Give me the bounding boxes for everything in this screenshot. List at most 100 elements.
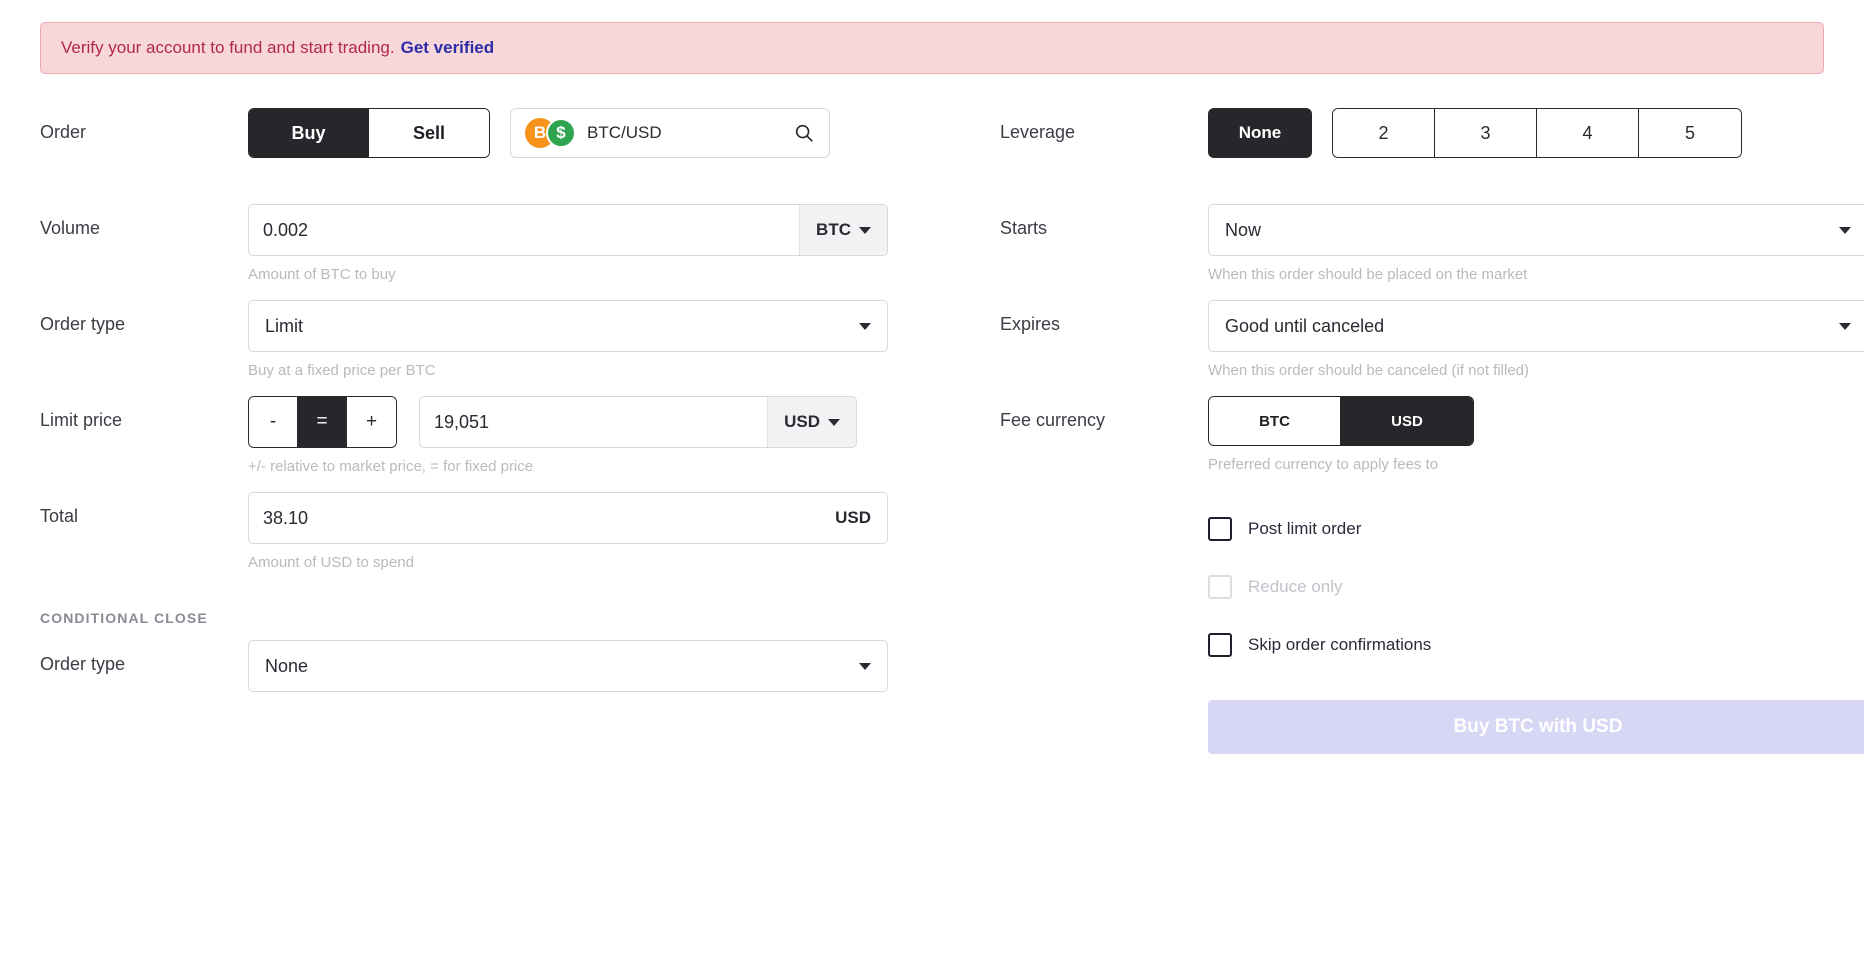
- reduce-only-checkbox: [1208, 575, 1232, 599]
- expires-select[interactable]: Good until canceled: [1208, 300, 1864, 352]
- starts-helper-text: When this order should be placed on the …: [1208, 266, 1528, 283]
- post-limit-order-checkbox[interactable]: [1208, 517, 1232, 541]
- limit-price-input[interactable]: 19,051: [420, 397, 767, 447]
- trade-form-page: Verify your account to fund and start tr…: [0, 22, 1864, 960]
- expires-label: Expires: [1000, 314, 1061, 334]
- dollar-icon: $: [546, 118, 576, 148]
- order-type-field: Limit Buy at a fixed price per BTC: [248, 300, 970, 379]
- order-type-row: Order type Limit Buy at a fixed price pe…: [40, 300, 970, 396]
- fee-currency-field: BTC USD Preferred currency to apply fees…: [1208, 396, 1824, 473]
- limit-price-helper-text: +/- relative to market price, = for fixe…: [248, 458, 534, 475]
- conditional-close-order-type-select[interactable]: None: [248, 640, 888, 692]
- buy-button[interactable]: Buy: [249, 109, 369, 157]
- conditional-close-order-type-row: Order type None: [40, 640, 970, 736]
- submit-container: Buy BTC with USD: [1000, 700, 1864, 754]
- skip-order-confirmations-label: Skip order confirmations: [1248, 635, 1432, 654]
- increment-button[interactable]: +: [347, 397, 396, 447]
- search-icon[interactable]: [793, 122, 815, 144]
- chevron-down-icon: [859, 226, 871, 234]
- limit-price-input-wrapper[interactable]: 19,051 USD: [419, 396, 857, 448]
- reduce-only-label: Reduce only: [1248, 577, 1343, 596]
- chevron-down-icon: [859, 662, 871, 670]
- fee-currency-toggle[interactable]: BTC USD: [1208, 396, 1474, 446]
- volume-input-wrapper[interactable]: 0.002 BTC: [248, 204, 888, 256]
- order-type-select[interactable]: Limit: [248, 300, 888, 352]
- total-unit-label: USD: [819, 493, 887, 543]
- left-column: Order Buy Sell B $ BTC/USD Volume 0.002 …: [40, 108, 970, 754]
- order-row: Order Buy Sell B $ BTC/USD: [40, 108, 970, 204]
- leverage-options-group[interactable]: 2 3 4 5: [1332, 108, 1742, 158]
- order-label: Order: [40, 122, 87, 142]
- expires-field: Good until canceled When this order shou…: [1208, 300, 1864, 379]
- volume-input[interactable]: 0.002: [249, 205, 799, 255]
- limit-price-row: Limit price - = + 19,051 USD +/- relativ…: [40, 396, 970, 492]
- leverage-option-4[interactable]: 4: [1537, 109, 1639, 157]
- leverage-row: Leverage None 2 3 4 5: [1000, 108, 1824, 204]
- chevron-down-icon: [1839, 226, 1851, 234]
- fixed-price-button[interactable]: =: [298, 397, 347, 447]
- leverage-option-5[interactable]: 5: [1639, 109, 1741, 157]
- chevron-down-icon: [859, 322, 871, 330]
- trading-pair-selector[interactable]: B $ BTC/USD: [510, 108, 830, 158]
- leverage-controls: None 2 3 4 5: [1208, 108, 1824, 158]
- total-helper-text: Amount of USD to spend: [248, 554, 414, 571]
- total-input[interactable]: 38.10: [249, 493, 819, 543]
- submit-order-button[interactable]: Buy BTC with USD: [1208, 700, 1864, 754]
- leverage-option-2[interactable]: 2: [1333, 109, 1435, 157]
- volume-row: Volume 0.002 BTC Amount of BTC to buy: [40, 204, 970, 300]
- expires-row: Expires Good until canceled When this or…: [1000, 300, 1864, 396]
- chevron-down-icon: [828, 418, 840, 426]
- starts-field: Now When this order should be placed on …: [1208, 204, 1864, 283]
- volume-label: Volume: [40, 218, 101, 238]
- skip-order-confirmations-checkbox-row[interactable]: Skip order confirmations: [1208, 616, 1824, 674]
- leverage-option-3[interactable]: 3: [1435, 109, 1537, 157]
- right-column: Leverage None 2 3 4 5 Starts Now When th…: [970, 108, 1864, 754]
- order-controls: Buy Sell B $ BTC/USD: [248, 108, 970, 158]
- form-columns: Order Buy Sell B $ BTC/USD Volume 0.002 …: [40, 108, 1864, 754]
- buy-sell-toggle[interactable]: Buy Sell: [248, 108, 490, 158]
- volume-unit-label: BTC: [816, 220, 851, 239]
- leverage-label: Leverage: [1000, 122, 1076, 142]
- get-verified-link[interactable]: Get verified: [401, 38, 495, 58]
- volume-helper-text: Amount of BTC to buy: [248, 266, 396, 283]
- total-label: Total: [40, 506, 79, 526]
- reduce-only-checkbox-row: Reduce only: [1208, 558, 1824, 616]
- skip-order-confirmations-checkbox[interactable]: [1208, 633, 1232, 657]
- starts-label: Starts: [1000, 218, 1048, 238]
- limit-price-mode-stepper[interactable]: - = +: [248, 396, 397, 448]
- leverage-selector[interactable]: None 2 3 4 5: [1208, 108, 1742, 158]
- limit-price-field: - = + 19,051 USD +/- relative to market …: [248, 396, 970, 475]
- fee-currency-helper-text: Preferred currency to apply fees to: [1208, 456, 1439, 473]
- conditional-close-order-type-label: Order type: [40, 654, 126, 674]
- volume-field: 0.002 BTC Amount of BTC to buy: [248, 204, 970, 283]
- conditional-close-section-title: CONDITIONAL CLOSE: [40, 610, 208, 626]
- fee-currency-usd-button[interactable]: USD: [1341, 397, 1473, 445]
- order-type-helper-text: Buy at a fixed price per BTC: [248, 362, 436, 379]
- total-input-wrapper[interactable]: 38.10 USD: [248, 492, 888, 544]
- fee-currency-btc-button[interactable]: BTC: [1209, 397, 1341, 445]
- alert-message: Verify your account to fund and start tr…: [61, 38, 395, 57]
- starts-select[interactable]: Now: [1208, 204, 1864, 256]
- conditional-close-order-type-field: None: [248, 640, 970, 692]
- limit-price-unit-label: USD: [784, 412, 820, 431]
- pair-label: BTC/USD: [587, 123, 662, 142]
- volume-unit-dropdown[interactable]: BTC: [799, 205, 887, 255]
- post-limit-order-checkbox-row[interactable]: Post limit order: [1208, 500, 1824, 558]
- conditional-close-order-type-value: None: [265, 655, 309, 676]
- decrement-button[interactable]: -: [249, 397, 298, 447]
- total-field: 38.10 USD Amount of USD to spend: [248, 492, 970, 571]
- expires-helper-text: When this order should be canceled (if n…: [1208, 362, 1530, 379]
- total-row: Total 38.10 USD Amount of USD to spend: [40, 492, 970, 588]
- fee-currency-label: Fee currency: [1000, 410, 1106, 430]
- starts-value: Now: [1225, 219, 1262, 240]
- fee-currency-row: Fee currency BTC USD Preferred currency …: [1000, 396, 1824, 492]
- verification-alert-banner: Verify your account to fund and start tr…: [40, 22, 1824, 74]
- chevron-down-icon: [1839, 322, 1851, 330]
- sell-button[interactable]: Sell: [369, 109, 489, 157]
- leverage-none-button[interactable]: None: [1208, 108, 1312, 158]
- expires-value: Good until canceled: [1225, 315, 1385, 336]
- starts-row: Starts Now When this order should be pla…: [1000, 204, 1864, 300]
- order-type-value: Limit: [265, 315, 304, 336]
- limit-price-unit-dropdown[interactable]: USD: [767, 397, 856, 447]
- pair-icons: B $: [525, 118, 579, 148]
